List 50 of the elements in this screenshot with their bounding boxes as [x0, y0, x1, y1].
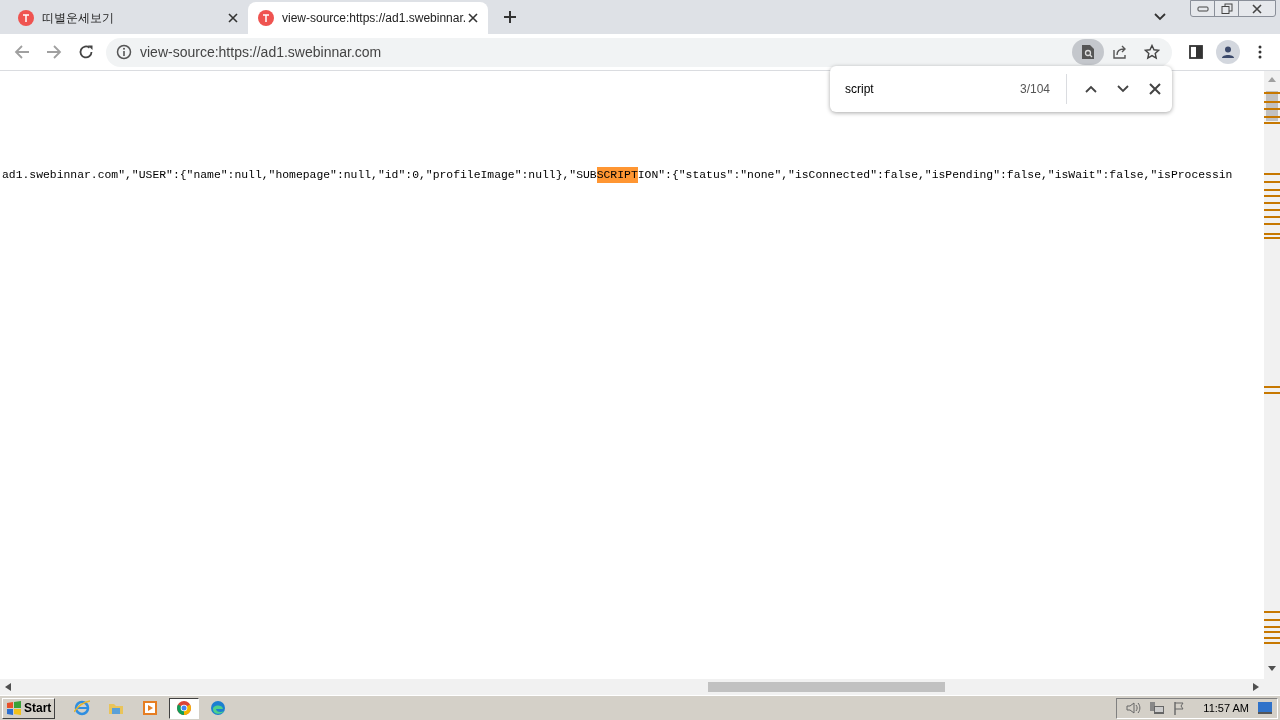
media-player-icon	[142, 700, 159, 716]
scrollbar-thumb[interactable]	[708, 682, 945, 692]
edge-icon	[210, 700, 227, 716]
back-arrow-icon	[14, 44, 30, 60]
minimize-icon	[1196, 5, 1209, 12]
scroll-down-icon[interactable]	[1268, 666, 1276, 671]
close-tab-icon[interactable]	[228, 13, 238, 23]
speaker-icon[interactable]	[1125, 701, 1142, 715]
info-icon	[116, 44, 132, 60]
find-input[interactable]: script	[845, 80, 1010, 98]
star-icon	[1144, 44, 1160, 60]
taskbar-app-button[interactable]	[169, 697, 200, 719]
chevron-down-icon	[1117, 85, 1129, 93]
menu-icon	[1258, 45, 1262, 59]
browser-icon	[74, 700, 91, 716]
site-favicon-icon	[18, 10, 34, 26]
clock[interactable]: 11:57 AM	[1203, 699, 1249, 717]
match-count: 3/104	[1018, 81, 1050, 98]
tab-title: 띠별운세보기	[42, 10, 115, 27]
search-match-highlight: SCRIPT	[596, 167, 638, 183]
tab-title: view-source:https://ad1.swebinnar.	[282, 10, 468, 27]
side-panel-icon	[1189, 45, 1203, 59]
browser-tab[interactable]: view-source:https://ad1.swebinnar.	[248, 2, 488, 34]
reload-icon	[78, 44, 94, 60]
chrome-icon	[176, 700, 193, 716]
close-icon	[1149, 83, 1161, 95]
plus-icon	[503, 10, 517, 24]
chevron-down-icon	[1154, 13, 1166, 21]
find-in-page-button[interactable]	[1072, 39, 1104, 65]
windows-logo-icon	[6, 701, 22, 715]
find-query-text: script	[845, 81, 874, 98]
scroll-left-icon[interactable]	[5, 683, 11, 691]
close-tab-icon[interactable]	[468, 13, 478, 23]
restore-icon	[1220, 3, 1233, 14]
scroll-right-icon[interactable]	[1253, 683, 1259, 691]
share-icon	[1112, 44, 1128, 60]
close-icon	[1251, 3, 1263, 14]
source-code-text: ad1.swebinnar.com","USER":{"name":null,"homepage":null,"id":0,"profileImage":null},"SUB	[2, 168, 597, 183]
forward-arrow-icon	[46, 44, 62, 60]
horizontal-scrollbar[interactable]	[0, 679, 1264, 695]
profile-button[interactable]	[1216, 40, 1240, 64]
network-icon[interactable]	[1149, 701, 1166, 715]
address-bar[interactable]: view-source:https://ad1.swebinnar.com	[106, 37, 1172, 67]
show-desktop-icon[interactable]	[1257, 701, 1273, 715]
chevron-up-icon	[1085, 85, 1097, 93]
person-icon	[1221, 45, 1235, 59]
start-button[interactable]: Start	[2, 697, 56, 719]
site-favicon-icon	[258, 10, 274, 26]
url-text: view-source:https://ad1.swebinnar.com	[140, 42, 382, 62]
document-search-icon	[1081, 44, 1095, 60]
